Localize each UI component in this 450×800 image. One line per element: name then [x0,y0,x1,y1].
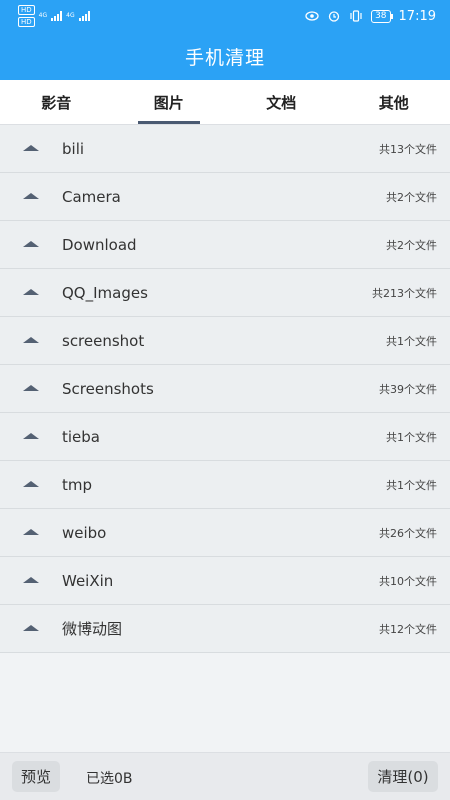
hd-badge: HD [18,17,35,27]
file-count: 共39个文件 [379,382,437,396]
vibrate-icon [349,10,363,22]
expand-triangle-icon[interactable] [23,433,39,439]
page-title: 手机清理 [184,46,265,69]
expand-triangle-icon[interactable] [23,481,39,487]
expand-triangle-icon[interactable] [23,193,39,199]
folder-name: Download [62,235,137,254]
folder-name: tieba [62,427,100,446]
folder-row[interactable]: QQ_Images 共213个文件 [0,269,450,317]
folder-name: 微博动图 [62,620,123,638]
selected-size: 已选0B [86,771,133,787]
folder-list: bili 共13个文件 Camera 共2个文件 Download 共2个文件 … [0,125,450,653]
tab-documents[interactable]: 文档 [225,80,338,124]
category-tabs: 影音 图片 文档 其他 [0,80,450,125]
expand-triangle-icon[interactable] [23,577,39,583]
folder-row[interactable]: Screenshots 共39个文件 [0,365,450,413]
network-type: 4G [39,13,47,19]
expand-triangle-icon[interactable] [23,241,39,247]
status-icons: 38 17:19 [305,9,436,24]
expand-triangle-icon[interactable] [23,289,39,295]
file-count: 共2个文件 [386,190,437,204]
expand-triangle-icon[interactable] [23,145,39,151]
folder-row[interactable]: tmp 共1个文件 [0,461,450,509]
eye-icon [305,10,319,22]
file-count: 共213个文件 [372,286,437,300]
folder-name: weibo [62,523,107,542]
expand-triangle-icon[interactable] [23,529,39,535]
net-type-label: 4G [38,12,48,19]
tab-other[interactable]: 其他 [338,80,450,124]
tab-images[interactable]: 图片 [113,80,226,124]
folder-row[interactable]: bili 共13个文件 [0,125,450,173]
battery-icon: 38 [371,9,394,23]
expand-triangle-icon[interactable] [23,625,39,631]
file-count: 共1个文件 [386,430,437,444]
hd-badge: HD [18,5,35,15]
folder-name: QQ_Images [62,283,148,302]
app-bar: 手机清理 [0,32,450,80]
folder-name: bili [62,139,85,158]
folder-name: screenshot [62,331,145,350]
folder-name: WeiXin [62,571,114,590]
file-count: 共26个文件 [379,526,437,540]
bottom-action-bar: 预览 已选0B 清理(0) [0,752,450,800]
file-count: 共1个文件 [386,334,437,348]
alarm-icon [327,10,341,22]
folder-row[interactable]: WeiXin 共10个文件 [0,557,450,605]
file-count: 共12个文件 [379,622,437,636]
folder-row[interactable]: Download 共2个文件 [0,221,450,269]
net-type-label: 4G [66,12,75,19]
tab-media[interactable]: 影音 [0,80,113,124]
clean-button[interactable]: 清理(0) [368,761,438,792]
folder-name: Camera [62,187,121,206]
folder-name: Screenshots [62,379,154,398]
hd-badges: HD HD [18,5,35,27]
file-count: 共1个文件 [386,478,437,492]
file-count: 共2个文件 [386,238,437,252]
folder-name: tmp [62,475,93,494]
folder-row[interactable]: 微博动图 共12个文件 [0,605,450,653]
folder-row[interactable]: screenshot 共1个文件 [0,317,450,365]
network-indicators: HD HD 4G 4G [18,5,90,27]
signal-icon [78,11,90,21]
folder-row[interactable]: tieba 共1个文件 [0,413,450,461]
network-type: 4G [66,13,74,19]
preview-button[interactable]: 预览 [12,761,60,792]
clock-time: 17:19 [398,8,436,24]
file-count: 共10个文件 [379,574,437,588]
expand-triangle-icon[interactable] [23,337,39,343]
folder-row[interactable]: Camera 共2个文件 [0,173,450,221]
file-count: 共13个文件 [379,142,437,156]
folder-row[interactable]: weibo 共26个文件 [0,509,450,557]
signal-icon [51,11,63,21]
expand-triangle-icon[interactable] [23,385,39,391]
status-bar: HD HD 4G 4G 38 17:19 [0,0,450,32]
